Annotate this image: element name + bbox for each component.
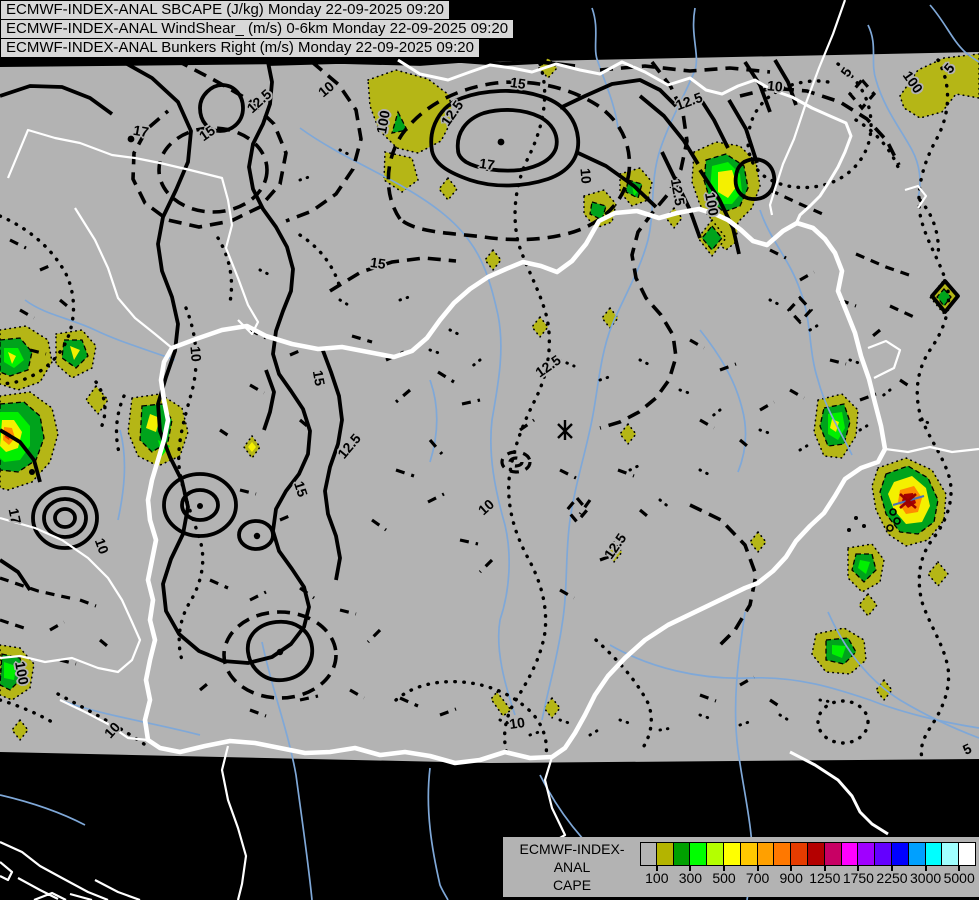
legend-tick-label: 900: [779, 870, 803, 886]
legend-color-swatch: [656, 842, 674, 866]
legend-tick-label: 700: [745, 870, 770, 886]
legend-parameter-label: CAPE: [552, 877, 592, 893]
legend-tick-label: 300: [678, 870, 703, 886]
legend-tick-label: 3000: [910, 870, 942, 886]
legend-tick-label: 2250: [876, 870, 908, 886]
legend-color-swatch: [740, 842, 758, 866]
legend-color-swatch: [925, 842, 943, 866]
legend-color-swatch: [774, 842, 792, 866]
legend-color-swatch: [891, 842, 909, 866]
weather-map-canvas: [0, 0, 979, 900]
weather-map-screenshot: 15 12.5 10 17 100 12.5 15 17 10 12.5 12.5 100 10 5 100…: [0, 0, 979, 900]
legend-color-swatch: [807, 842, 825, 866]
legend-color-swatch: [875, 842, 892, 866]
legend-color-swatch: [640, 842, 657, 866]
legend-tick-label: 1250: [809, 870, 841, 886]
legend-tick-label: 100: [645, 870, 669, 886]
legend: ECMWF-INDEX-ANAL CAPE J/kg 100 300 500 700 9…: [503, 837, 979, 900]
legend-color-swatch: [723, 842, 741, 866]
legend-color-swatch: [791, 842, 808, 866]
legend-color-swatch: [841, 842, 859, 866]
title-line-sbcape: ECMWF-INDEX-ANAL SBCAPE (J/kg) Monday 22…: [0, 0, 450, 20]
legend-tick-label: 1750: [842, 870, 874, 886]
legend-model-label: ECMWF-INDEX-ANAL: [519, 841, 625, 875]
legend-units-label: J/kg: [507, 894, 637, 900]
legend-colorbar: [640, 842, 976, 866]
legend-tick-label: 5000: [943, 870, 975, 886]
legend-color-swatch: [690, 842, 708, 866]
title-line-windshear: ECMWF-INDEX-ANAL WindShear_ (m/s) 0-6km …: [0, 19, 515, 39]
legend-tick-label: 500: [712, 870, 736, 886]
legend-color-swatch: [858, 842, 876, 866]
legend-color-swatch: [757, 842, 775, 866]
legend-color-swatch: [959, 842, 976, 866]
title-line-bunkers-right: ECMWF-INDEX-ANAL Bunkers Right (m/s) Mon…: [0, 38, 480, 58]
legend-color-swatch: [673, 842, 691, 866]
legend-color-swatch: [824, 842, 842, 866]
legend-color-swatch: [908, 842, 926, 866]
legend-color-swatch: [942, 842, 960, 866]
legend-text-block: ECMWF-INDEX-ANAL CAPE J/kg: [507, 840, 637, 900]
legend-color-swatch: [707, 842, 724, 866]
